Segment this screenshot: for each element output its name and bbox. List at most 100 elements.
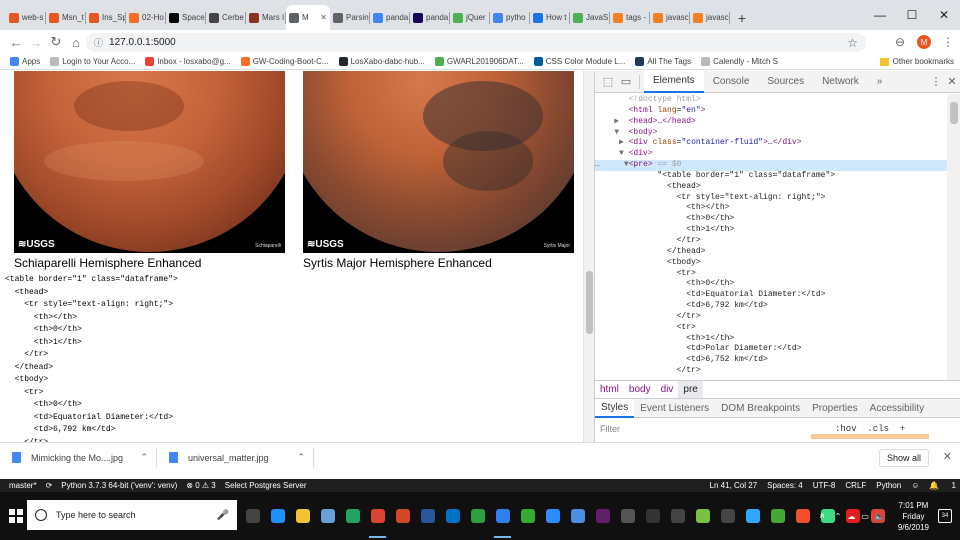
download-item[interactable]: universal_matter.jpg ⌃ bbox=[169, 452, 305, 463]
clock[interactable]: 7:01 PM Friday 9/6/2019 bbox=[898, 500, 929, 533]
bookmark-item[interactable]: Login to Your Acco... bbox=[50, 57, 135, 66]
tab-sources[interactable]: Sources bbox=[758, 71, 813, 93]
more-tabs-button[interactable]: » bbox=[868, 71, 892, 93]
browser-tab[interactable]: 02-Ho bbox=[126, 5, 166, 30]
chrome-icon[interactable] bbox=[365, 492, 390, 540]
sync-icon[interactable]: ⟳ bbox=[46, 481, 53, 490]
dom-node-line[interactable]: <th>1</th> bbox=[595, 334, 947, 345]
problems-count[interactable]: ⊗ 0 ⚠ 3 bbox=[186, 481, 215, 490]
chevron-up-icon[interactable]: ⌃ bbox=[140, 452, 148, 463]
bookmark-item[interactable]: All The Tags bbox=[635, 57, 691, 66]
browser-tab[interactable]: Space bbox=[166, 5, 206, 30]
extension-icon[interactable]: ⊖ bbox=[888, 35, 912, 49]
bookmark-item[interactable]: Calendly - Mitch S bbox=[701, 57, 778, 66]
dom-node-line[interactable]: <tr style="text-align: right;"> bbox=[595, 193, 947, 204]
microphone-icon[interactable]: 🎤 bbox=[217, 510, 229, 521]
bookmark-item[interactable]: LosXabo-dabc-hub... bbox=[338, 57, 425, 66]
browser-tab[interactable]: How t bbox=[530, 5, 570, 30]
browser-tab[interactable]: Parsin bbox=[330, 5, 370, 30]
postgres-server[interactable]: Select Postgres Server bbox=[225, 481, 307, 490]
encoding[interactable]: UTF-8 bbox=[813, 481, 836, 490]
browser-tab[interactable]: Mars I bbox=[246, 5, 286, 30]
bookmark-item[interactable]: Inbox - losxabo@g... bbox=[145, 57, 231, 66]
git-bash-icon[interactable] bbox=[790, 492, 815, 540]
dom-node-line[interactable]: </tr> bbox=[595, 312, 947, 323]
dom-node-line[interactable]: <tr> bbox=[595, 269, 947, 280]
browser-tab[interactable]: JavaS bbox=[570, 5, 610, 30]
smiley-icon[interactable]: ☺ bbox=[911, 481, 919, 490]
language-mode[interactable]: Python bbox=[876, 481, 901, 490]
dom-node-line[interactable]: <td>6,792 km</td> bbox=[595, 301, 947, 312]
edge-icon[interactable] bbox=[265, 492, 290, 540]
show-hidden-icons[interactable]: ⌃ bbox=[835, 512, 842, 521]
dom-node-line[interactable]: <th></th> bbox=[595, 203, 947, 214]
menu-icon[interactable]: ⋮ bbox=[936, 35, 960, 49]
dom-tree[interactable]: <!doctype html> <html lang="en"> ▶ <head… bbox=[595, 94, 947, 380]
browser-tab[interactable]: tags - bbox=[610, 5, 650, 30]
tab-dom-breakpoints[interactable]: DOM Breakpoints bbox=[715, 399, 806, 418]
breadcrumb-item[interactable]: html bbox=[595, 381, 624, 398]
volume-icon[interactable]: 🔈 bbox=[875, 512, 885, 521]
dom-node-line[interactable]: "<table border="1" class="dataframe"> bbox=[595, 171, 947, 182]
download-item[interactable]: Mimicking the Mo....jpg ⌃ bbox=[12, 452, 148, 463]
star-icon[interactable]: ☆ bbox=[847, 36, 858, 50]
refresh-icon[interactable] bbox=[515, 492, 540, 540]
info-icon[interactable]: ⓘ bbox=[94, 36, 103, 49]
zoom-icon[interactable] bbox=[540, 492, 565, 540]
breadcrumb-item[interactable]: div bbox=[656, 381, 679, 398]
dom-node-line[interactable]: <html lang="en"> bbox=[595, 106, 947, 117]
end-of-line[interactable]: CRLF bbox=[845, 481, 866, 490]
dom-node-line[interactable]: </tr> bbox=[595, 366, 947, 377]
address-bar[interactable]: ⓘ 127.0.0.1:5000 ☆ bbox=[86, 33, 866, 52]
tab-network[interactable]: Network bbox=[813, 71, 868, 93]
task-view-icon[interactable] bbox=[240, 492, 265, 540]
reload-icon[interactable]: ↻ bbox=[46, 34, 66, 50]
browser-tab[interactable]: jQuer bbox=[450, 5, 490, 30]
cursor-position[interactable]: Ln 41, Col 27 bbox=[710, 481, 758, 490]
home-icon[interactable]: ⌂ bbox=[66, 35, 86, 50]
browser-tab[interactable]: M ✕ bbox=[286, 5, 330, 30]
dom-node-line[interactable]: <!doctype html> bbox=[595, 95, 947, 106]
device-toolbar-icon[interactable]: ▭ bbox=[617, 75, 635, 88]
dom-node-line[interactable]: <th>1</th> bbox=[595, 225, 947, 236]
bookmark-item[interactable]: Apps bbox=[10, 57, 40, 66]
vscode-icon[interactable] bbox=[490, 492, 515, 540]
scrollbar-thumb[interactable] bbox=[586, 271, 593, 334]
dom-node-line[interactable]: <th>0</th> bbox=[595, 279, 947, 290]
show-all-button[interactable]: Show all bbox=[878, 449, 929, 467]
browser-tab[interactable]: panda bbox=[370, 5, 410, 30]
people-icon[interactable]: ጸ bbox=[820, 511, 825, 521]
inspect-icon[interactable]: ⬚ bbox=[599, 75, 617, 88]
dom-node-line[interactable]: … ▼<pre> == $0 bbox=[595, 160, 947, 171]
scrollbar-thumb[interactable] bbox=[950, 102, 958, 124]
filter-tools[interactable]: :hov .cls + bbox=[835, 424, 905, 434]
minimize-button[interactable]: — bbox=[864, 0, 896, 30]
dom-node-line[interactable]: <tr> bbox=[595, 323, 947, 334]
photos-icon[interactable] bbox=[565, 492, 590, 540]
browser-tab[interactable]: javasc bbox=[690, 5, 730, 30]
python-interpreter[interactable]: Python 3.7.3 64-bit ('venv': venv) bbox=[61, 481, 177, 490]
dom-node-line[interactable]: ▶ <head>…</head> bbox=[595, 117, 947, 128]
dom-node-line[interactable]: <thead> bbox=[595, 182, 947, 193]
filter-input[interactable]: Filter bbox=[595, 424, 715, 434]
browser-tab[interactable]: panda bbox=[410, 5, 450, 30]
dom-node-line[interactable]: <td>Equatorial Diameter:</td> bbox=[595, 290, 947, 301]
terminal-icon[interactable] bbox=[640, 492, 665, 540]
photoshop-icon[interactable] bbox=[740, 492, 765, 540]
dom-node-line[interactable]: <td>Polar Diameter:</td> bbox=[595, 344, 947, 355]
notifications-count[interactable]: 🔔 1 bbox=[929, 481, 956, 490]
anaconda-icon[interactable] bbox=[765, 492, 790, 540]
browser-tab[interactable]: Cerbe bbox=[206, 5, 246, 30]
bookmark-item[interactable]: GWARL201906DAT... bbox=[434, 57, 524, 66]
dom-node-line[interactable]: ▼ <body> bbox=[595, 128, 947, 139]
camtasia-icon[interactable] bbox=[690, 492, 715, 540]
tab-elements[interactable]: Elements bbox=[644, 70, 704, 93]
close-icon[interactable]: ✕ bbox=[943, 450, 952, 463]
close-window-button[interactable]: ✕ bbox=[928, 0, 960, 30]
tab-accessibility[interactable]: Accessibility bbox=[864, 399, 930, 418]
file-explorer-icon[interactable] bbox=[290, 492, 315, 540]
tab-console[interactable]: Console bbox=[704, 71, 759, 93]
store-icon[interactable] bbox=[315, 492, 340, 540]
dom-node-line[interactable]: <th>0</th> bbox=[595, 214, 947, 225]
git-branch[interactable]: master* bbox=[9, 481, 37, 490]
